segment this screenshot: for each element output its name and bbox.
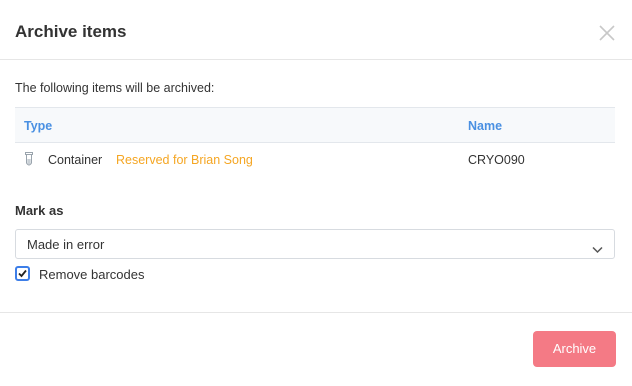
mark-as-value: Made in error [27,237,105,252]
remove-barcodes-checkbox[interactable] [15,266,30,281]
mark-as-label: Mark as [15,203,64,218]
table-row: Container Reserved for Brian Song CRYO09… [15,143,615,177]
tube-icon [25,152,33,167]
item-status: Reserved for Brian Song [116,153,253,167]
column-header-type: Type [24,119,53,133]
items-table: Type Name Container Reserved for Brian S… [15,107,615,177]
close-icon[interactable] [597,23,617,43]
footer-divider [0,312,632,313]
remove-barcodes-label[interactable]: Remove barcodes [39,267,145,282]
dialog-title: Archive items [15,22,127,41]
mark-as-select[interactable]: Made in error [15,229,615,259]
dialog-header: Archive items [0,0,632,60]
table-header: Type Name [15,107,615,143]
column-header-name: Name [468,119,503,133]
checkmark-icon [18,269,27,278]
intro-text: The following items will be archived: [15,81,215,95]
item-type: Container [48,153,103,167]
chevron-down-icon [592,241,603,254]
archive-button[interactable]: Archive [533,331,616,367]
item-name: CRYO090 [468,153,525,167]
archive-dialog: Archive items The following items will b… [0,0,632,386]
